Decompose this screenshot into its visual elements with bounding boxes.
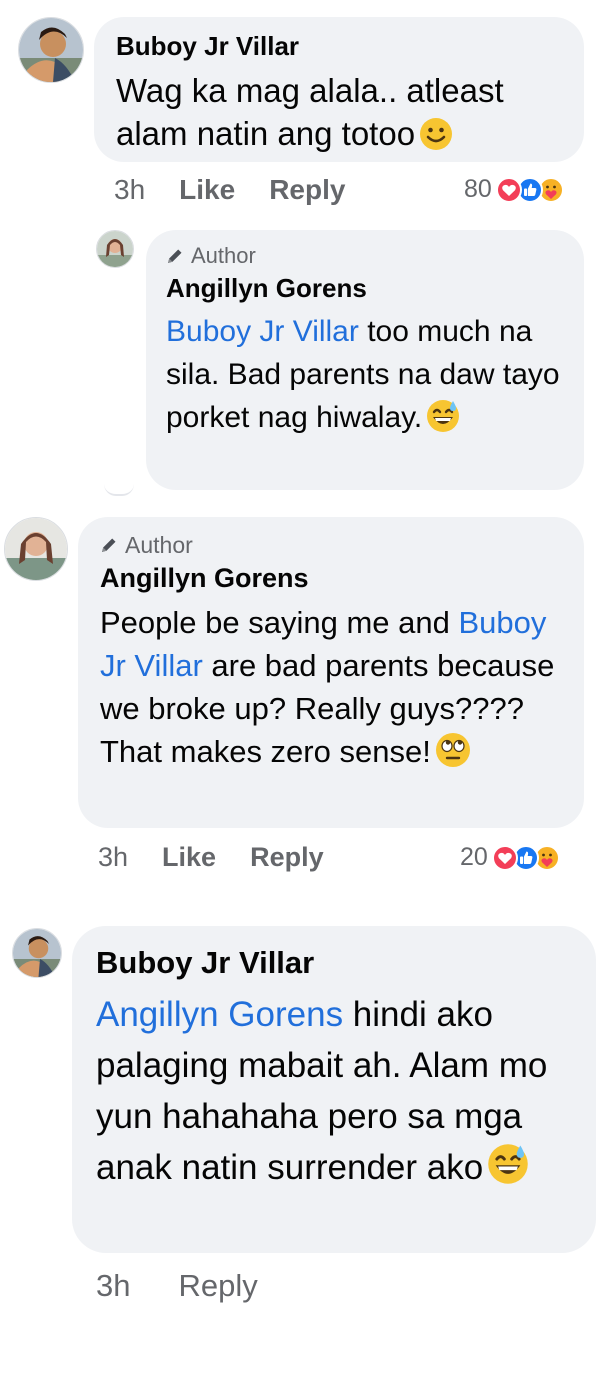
comment-actions: 3h Like Reply xyxy=(114,174,379,206)
author-badge: Author xyxy=(166,242,564,270)
profile-photo-icon xyxy=(19,18,83,82)
pencil-icon xyxy=(168,249,182,263)
comment-text: Angillyn Gorens hindi ako palaging mabai… xyxy=(96,989,570,1199)
avatar-angillyn[interactable] xyxy=(96,230,134,268)
reaction-summary[interactable]: 20 xyxy=(460,843,560,872)
love-reaction-icon xyxy=(491,844,518,871)
comment-timestamp: 3h xyxy=(98,842,129,872)
author-badge-label: Author xyxy=(125,531,193,558)
comment-actions: 3h Like Reply xyxy=(98,842,358,873)
mention-link[interactable]: Angillyn Gorens xyxy=(96,995,343,1034)
comment-author-name[interactable]: Buboy Jr Villar xyxy=(96,944,570,981)
like-button[interactable]: Like xyxy=(179,174,235,206)
avatar-angillyn[interactable] xyxy=(4,517,68,581)
profile-photo-icon xyxy=(5,518,67,580)
reaction-summary[interactable]: 80 xyxy=(464,175,564,204)
smile-emoji-icon xyxy=(419,117,453,161)
grinning-sweat-emoji-icon xyxy=(426,399,460,445)
author-badge: Author xyxy=(100,531,562,559)
comment-actions: 3h Reply xyxy=(96,1268,292,1304)
reaction-count: 80 xyxy=(464,175,492,203)
profile-photo-icon xyxy=(97,231,133,267)
comment-bubble[interactable]: Buboy Jr Villar Wag ka mag alala.. atlea… xyxy=(94,17,584,162)
reply-button[interactable]: Reply xyxy=(250,842,324,873)
pencil-icon xyxy=(102,538,116,552)
comment-text: Buboy Jr Villar too much na sila. Bad pa… xyxy=(166,310,564,445)
like-button[interactable]: Like xyxy=(162,842,216,873)
comment-author-name[interactable]: Buboy Jr Villar xyxy=(116,31,562,61)
comment-text: People be saying me and Buboy Jr Villar … xyxy=(100,601,562,779)
comment-bubble[interactable]: Author Angillyn Gorens Buboy Jr Villar t… xyxy=(146,230,584,490)
author-badge-label: Author xyxy=(191,243,256,268)
reply-button[interactable]: Reply xyxy=(178,1268,257,1304)
eye-roll-emoji-icon xyxy=(435,732,471,779)
avatar-buboy[interactable] xyxy=(18,17,84,83)
comment-bubble[interactable]: Buboy Jr Villar Angillyn Gorens hindi ak… xyxy=(72,926,596,1253)
reaction-count: 20 xyxy=(460,843,488,871)
avatar-buboy[interactable] xyxy=(12,928,62,978)
comment-text: Wag ka mag alala.. atleast alam natin an… xyxy=(116,69,562,161)
comment-bubble[interactable]: Author Angillyn Gorens People be saying … xyxy=(78,517,584,828)
comment-author-name[interactable]: Angillyn Gorens xyxy=(100,562,562,595)
comment-timestamp: 3h xyxy=(96,1268,131,1303)
comment-timestamp: 3h xyxy=(114,174,146,205)
love-reaction-icon xyxy=(495,176,522,203)
reply-button[interactable]: Reply xyxy=(269,174,345,206)
thread-connector xyxy=(104,484,134,496)
profile-photo-icon xyxy=(13,929,61,977)
comment-author-name[interactable]: Angillyn Gorens xyxy=(166,272,564,304)
grinning-sweat-emoji-icon xyxy=(487,1143,529,1199)
mention-link[interactable]: Buboy Jr Villar xyxy=(166,315,359,348)
